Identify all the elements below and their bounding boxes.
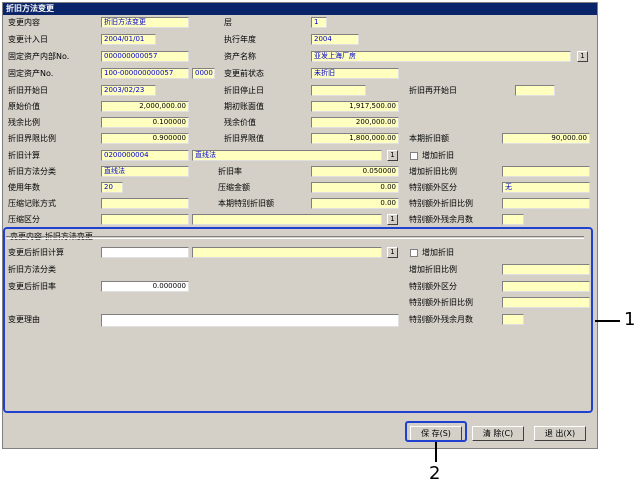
new-special-extra-months-label: 特别额外残余月数 (409, 315, 473, 324)
new-special-extra-ratio-label: 特别额外折旧比例 (409, 298, 473, 307)
change-reason-label: 变更理由 (8, 315, 40, 324)
special-extra-class-field[interactable]: 无 (502, 182, 590, 193)
special-extra-months-label: 特别额外残余月数 (409, 215, 473, 224)
dep-start-date-label: 折旧开始日 (8, 86, 48, 95)
new-dep-method-class-label: 折旧方法分类 (8, 265, 56, 274)
current-dep-amount-label: 本期折旧额 (409, 134, 449, 143)
dep-calc-code-field[interactable]: 0200000004 (101, 150, 189, 161)
residual-ratio-field[interactable]: 0.100000 (101, 117, 189, 128)
prior-status-label: 变更前状态 (224, 69, 264, 78)
new-dep-calc-code-field[interactable] (101, 247, 189, 258)
change-date-field[interactable]: 2004/01/01 (101, 34, 156, 45)
new-dep-rate-label: 变更后折旧率 (8, 282, 56, 291)
new-special-extra-months-field[interactable] (502, 314, 524, 325)
exec-year-label: 执行年度 (224, 35, 256, 44)
dep-method-class-field[interactable]: 直线法 (101, 166, 189, 177)
useful-years-label: 使用年数 (8, 183, 40, 192)
dep-method-class-label: 折旧方法分类 (8, 167, 56, 176)
residual-ratio-label: 残余比例 (8, 118, 40, 127)
callout-2-line (435, 442, 437, 462)
save-button-highlight (405, 421, 467, 442)
new-dep-rate-field[interactable]: 0.000000 (101, 281, 189, 292)
compress-class-label: 压缩区分 (8, 215, 40, 224)
compress-method-label: 压缩记账方式 (8, 199, 56, 208)
useful-years-field[interactable]: 20 (101, 182, 123, 193)
change-content-field[interactable]: 折旧方法变更 (101, 17, 189, 28)
compress-class-code-field[interactable] (101, 214, 189, 225)
asset-name-label: 资产名称 (224, 52, 256, 61)
add-dep-label: 增加折旧 (422, 151, 454, 160)
change-content-label: 变更内容 (8, 18, 40, 27)
new-add-dep-ratio-label: 增加折旧比例 (409, 265, 457, 274)
dep-calc-name-field[interactable]: 直线法 (192, 150, 382, 161)
special-extra-ratio-field[interactable] (502, 198, 590, 209)
special-extra-ratio-label: 特别额外折旧比例 (409, 199, 473, 208)
special-extra-months-field[interactable] (502, 214, 524, 225)
window-title: 折旧方法变更 (3, 3, 597, 15)
dep-calc-lookup-button[interactable]: 1 (387, 150, 398, 161)
add-dep-ratio-label: 增加折旧比例 (409, 167, 457, 176)
compress-class-name-field[interactable] (192, 214, 382, 225)
dep-restart-date-field[interactable] (515, 85, 555, 96)
dep-limit-ratio-label: 折旧界限比例 (8, 134, 56, 143)
prior-status-field[interactable]: 未折旧 (311, 68, 399, 79)
new-special-extra-class-label: 特别额外区分 (409, 282, 457, 291)
new-dep-calc-lookup-button[interactable]: 1 (387, 247, 398, 258)
asset-no-suffix-field[interactable]: 0000 (192, 68, 215, 79)
callout-1-line (595, 320, 620, 322)
current-special-dep-label: 本期特别折旧额 (218, 199, 274, 208)
exec-year-field[interactable]: 2004 (311, 34, 359, 45)
new-add-dep-ratio-field[interactable] (502, 264, 590, 275)
dep-restart-date-label: 折旧再开始日 (409, 86, 457, 95)
asset-internal-no-field[interactable]: 000000000057 (101, 51, 189, 62)
dep-calc-label: 折旧计算 (8, 151, 40, 160)
asset-name-field[interactable]: 亚发上海厂房 (311, 51, 571, 62)
layer-field[interactable]: 1 (311, 17, 327, 28)
compress-method-field[interactable] (101, 198, 189, 209)
dep-limit-value-field[interactable]: 1,800,000.00 (311, 133, 399, 144)
callout-2-number: 2 (429, 463, 441, 484)
change-date-label: 变更计入日 (8, 35, 48, 44)
opening-book-value-label: 期初账面值 (224, 102, 264, 111)
add-dep-checkbox[interactable] (410, 152, 418, 160)
original-value-field[interactable]: 2,000,000.00 (101, 101, 189, 112)
dep-rate-label: 折旧率 (218, 167, 242, 176)
change-reason-field[interactable] (101, 314, 399, 327)
current-dep-amount-field[interactable]: 90,000.00 (502, 133, 590, 144)
dep-limit-ratio-field[interactable]: 0.900000 (101, 133, 189, 144)
new-special-extra-ratio-field[interactable] (502, 297, 590, 308)
dep-stop-date-label: 折旧停止日 (224, 86, 264, 95)
group-separator (6, 236, 584, 239)
layer-label: 层 (224, 18, 232, 27)
special-extra-class-label: 特别额外区分 (409, 183, 457, 192)
compress-class-lookup-button[interactable]: 1 (387, 214, 398, 225)
opening-book-value-field[interactable]: 1,917,500.00 (311, 101, 399, 112)
dep-start-date-field[interactable]: 2003/02/23 (101, 85, 156, 96)
clear-button[interactable]: 清 除(C) (472, 426, 524, 441)
residual-value-label: 残余价值 (224, 118, 256, 127)
compress-amount-label: 压缩金额 (218, 183, 250, 192)
exit-button[interactable]: 退 出(X) (534, 426, 586, 441)
residual-value-field[interactable]: 200,000.00 (311, 117, 399, 128)
compress-amount-field[interactable]: 0.00 (311, 182, 399, 193)
asset-internal-no-label: 固定资产内部No. (8, 52, 70, 61)
new-special-extra-class-field[interactable] (502, 281, 590, 292)
current-special-dep-field[interactable]: 0.00 (311, 198, 399, 209)
new-dep-calc-name-field[interactable] (192, 247, 382, 258)
new-add-dep-label: 增加折旧 (422, 248, 454, 257)
asset-no-label: 固定资产No. (8, 69, 54, 78)
new-add-dep-checkbox[interactable] (410, 249, 418, 257)
dep-limit-value-label: 折旧界限值 (224, 134, 264, 143)
callout-1-number: 1 (624, 309, 636, 330)
add-dep-ratio-field[interactable] (502, 166, 590, 177)
dep-rate-field[interactable]: 0.050000 (311, 166, 399, 177)
asset-no-field[interactable]: 100-000000000057 (101, 68, 189, 79)
original-value-label: 原始价值 (8, 102, 40, 111)
new-dep-calc-label: 变更后折旧计算 (8, 248, 64, 257)
asset-name-lookup-button[interactable]: 1 (577, 51, 588, 62)
dep-stop-date-field[interactable] (311, 85, 366, 96)
